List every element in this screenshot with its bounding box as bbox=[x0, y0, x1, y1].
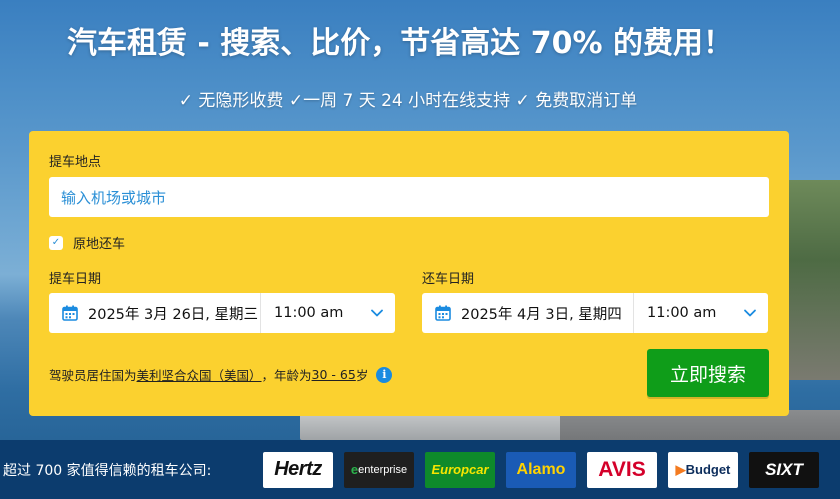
search-now-button[interactable]: 立即搜索 bbox=[647, 349, 769, 397]
europcar-logo: Europcar bbox=[425, 451, 495, 488]
pickup-datetime-field: 2025年 3月 26日, 星期三 11:00 am bbox=[49, 293, 395, 333]
driver-country-link[interactable]: 美利坚合众国（美国） bbox=[137, 365, 262, 384]
page-headline: 汽车租赁 - 搜索、比价，节省高达 70% 的费用！ bbox=[66, 26, 734, 61]
hertz-logo: Hertz bbox=[263, 451, 333, 488]
chevron-down-icon[interactable] bbox=[370, 306, 384, 320]
enterprise-logo: e enterprise bbox=[344, 451, 414, 488]
check-icon[interactable]: ✓ bbox=[49, 235, 63, 250]
budget-logo: ▶ Budget bbox=[668, 451, 738, 488]
chevron-down-icon[interactable] bbox=[743, 306, 757, 320]
pickup-location-label: 提车地点 bbox=[49, 155, 102, 170]
driver-age-link[interactable]: 30 - 65 bbox=[312, 367, 356, 382]
partners-bar: 超过 700 家值得信赖的租车公司: Hertz e enterprise Eur… bbox=[0, 440, 840, 499]
return-date-label: 还车日期 bbox=[422, 272, 475, 287]
return-time-value[interactable]: 11:00 am bbox=[647, 305, 727, 321]
same-location-label: 原地还车 bbox=[73, 237, 126, 252]
alamo-logo: Alamo bbox=[506, 451, 576, 488]
pickup-date-label: 提车日期 bbox=[49, 272, 102, 287]
driver-note-suffix: 岁 bbox=[355, 368, 369, 383]
info-icon[interactable]: i bbox=[376, 366, 393, 383]
driver-details-note: 驾驶员居住国为 美利坚合众国（美国） ，年龄为 30 - 65 岁 i bbox=[49, 365, 393, 384]
calendar-icon[interactable] bbox=[435, 305, 451, 321]
same-location-toggle[interactable]: ✓ 原地还车 bbox=[49, 233, 125, 252]
pickup-location-input[interactable]: 输入机场或城市 bbox=[49, 177, 769, 217]
pickup-date-value[interactable]: 2025年 3月 26日, 星期三 bbox=[88, 303, 260, 324]
pickup-location-placeholder: 输入机场或城市 bbox=[61, 188, 167, 207]
calendar-icon[interactable] bbox=[62, 305, 78, 321]
return-datetime-field: 2025年 4月 3日, 星期四 11:00 am bbox=[422, 293, 768, 333]
benefits-subline: ✓ 无隐形收费 ✓一周 7 天 24 小时在线支持 ✓ 免费取消订单 bbox=[178, 91, 638, 111]
driver-note-prefix: 驾驶员居住国为 bbox=[49, 368, 137, 383]
return-date-value[interactable]: 2025年 4月 3日, 星期四 bbox=[461, 303, 633, 324]
field-divider bbox=[633, 293, 634, 333]
sixt-logo: SIXT bbox=[749, 451, 819, 488]
partners-label: 超过 700 家值得信赖的租车公司: bbox=[3, 462, 212, 479]
driver-note-mid: ，年龄为 bbox=[261, 368, 312, 383]
search-panel: 提车地点 输入机场或城市 ✓ 原地还车 提车日期 还车日期 2025年 3月 2… bbox=[29, 131, 789, 416]
avis-logo: AVIS bbox=[587, 451, 657, 488]
pickup-time-value[interactable]: 11:00 am bbox=[274, 305, 354, 321]
field-divider bbox=[260, 293, 261, 333]
